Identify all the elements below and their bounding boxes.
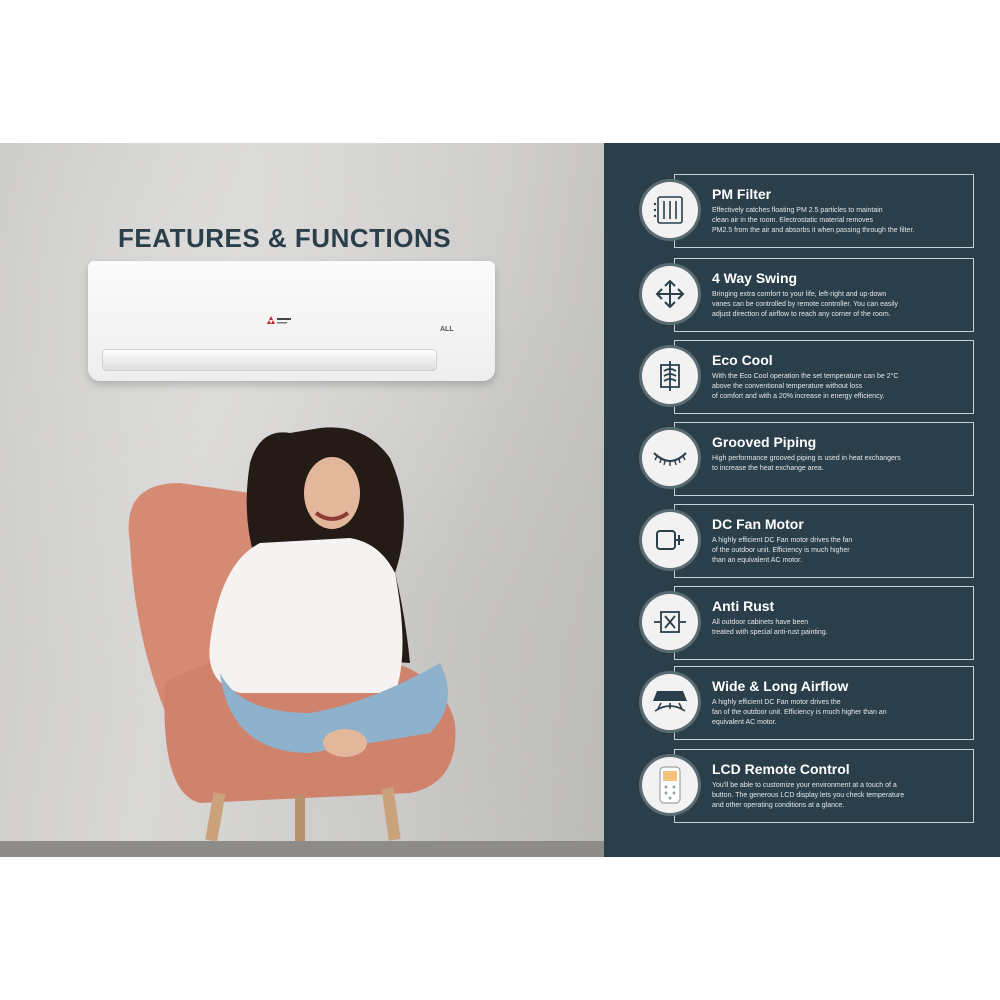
feature-description-line: Effectively catches floating PM 2.5 part… [712, 207, 883, 214]
feature-description-line: of the outdoor unit. Efficiency is much … [712, 547, 850, 554]
ac-badge-text: ALL [440, 326, 454, 333]
feature-lcd-remote-control: LCD Remote Control You'll be able to cus… [640, 749, 974, 823]
feature-description: Bringing extra comfort to your life, lef… [712, 290, 970, 320]
feature-description-line: equivalent AC motor. [712, 719, 777, 726]
page-title: FEATURES & FUNCTIONS [118, 223, 452, 253]
feature-description-line: A highly efficient DC Fan motor drives t… [712, 699, 841, 706]
feature-description-line: treated with special anti-rust painting. [712, 629, 828, 636]
feature-description-line: to increase the heat exchange area. [712, 465, 824, 472]
lifestyle-photo: FEATURES & FUNCTIONS ALL [0, 143, 604, 857]
feature-title: Eco Cool [712, 352, 773, 368]
feature-description: You'll be able to customize your environ… [712, 781, 970, 811]
brand-logo-icon [267, 316, 291, 324]
feature-title: Wide & Long Airflow [712, 678, 849, 694]
feature-dc-fan-motor: DC Fan Motor A highly efficient DC Fan m… [640, 504, 974, 578]
air-conditioner-unit: ALL [88, 261, 495, 381]
feature-description: With the Eco Cool operation the set temp… [712, 372, 970, 402]
four-way-arrows-icon [642, 266, 698, 322]
feature-description-line: PM2.5 from the air and absorbs it when p… [712, 227, 915, 234]
feature-description-line: Bringing extra comfort to your life, lef… [712, 291, 887, 298]
airflow-icon [642, 674, 698, 730]
feature-pm-filter: PM Filter Effectively catches floating P… [640, 174, 974, 248]
feature-title: 4 Way Swing [712, 270, 798, 286]
feature-description-line: than an equivalent AC motor. [712, 557, 802, 564]
feature-description-line: button. The generous LCD display lets yo… [712, 792, 905, 799]
pm-filter-icon [642, 182, 698, 238]
fan-motor-icon [642, 512, 698, 568]
eco-cool-icon [642, 348, 698, 404]
feature-description: A highly efficient DC Fan motor drives t… [712, 536, 970, 566]
feature-description-line: vanes can be controlled by remote contro… [712, 301, 899, 308]
feature-description-line: clean air in the room. Electrostatic mat… [712, 217, 874, 224]
feature-description: Effectively catches floating PM 2.5 part… [712, 206, 970, 236]
feature-banner: FEATURES & FUNCTIONS ALL PM Filter Effec… [0, 143, 1000, 857]
floor [0, 841, 604, 857]
woman-on-chair-illustration [128, 427, 456, 842]
feature-description-line: You'll be able to customize your environ… [712, 782, 897, 789]
feature-description-line: All outdoor cabinets have been [712, 619, 809, 626]
feature-description-line: adjust direction of airflow to reach any… [712, 311, 891, 318]
remote-control-icon [642, 757, 698, 813]
feature-grooved-piping: Grooved Piping High performance grooved … [640, 422, 974, 496]
feature-title: PM Filter [712, 186, 772, 202]
feature-eco-cool: Eco Cool With the Eco Cool operation the… [640, 340, 974, 414]
features-panel: PM Filter Effectively catches floating P… [604, 143, 1000, 857]
feature-title: DC Fan Motor [712, 516, 804, 532]
ac-vent [102, 349, 437, 371]
feature-description-line: fan of the outdoor unit. Efficiency is m… [712, 709, 887, 716]
feature-description-line: With the Eco Cool operation the set temp… [712, 373, 899, 380]
feature-description-line: A highly efficient DC Fan motor drives t… [712, 537, 853, 544]
feature-wide-long-airflow: Wide & Long Airflow A highly efficient D… [640, 666, 974, 740]
feature-anti-rust: Anti Rust All outdoor cabinets have been… [640, 586, 974, 660]
feature-description-line: above the conventional temperature witho… [712, 383, 863, 390]
grooved-piping-icon [642, 430, 698, 486]
anti-rust-icon [642, 594, 698, 650]
feature-4-way-swing: 4 Way Swing Bringing extra comfort to yo… [640, 258, 974, 332]
feature-description: All outdoor cabinets have been treated w… [712, 618, 970, 638]
feature-description: A highly efficient DC Fan motor drives t… [712, 698, 970, 728]
feature-description-line: and other operating conditions at a glan… [712, 802, 845, 809]
feature-title: LCD Remote Control [712, 761, 850, 777]
feature-title: Anti Rust [712, 598, 775, 614]
feature-description-line: of comfort and with a 20% increase in en… [712, 393, 885, 400]
feature-title: Grooved Piping [712, 434, 817, 450]
feature-description-line: High performance grooved piping is used … [712, 455, 901, 462]
feature-description: High performance grooved piping is used … [712, 454, 970, 474]
